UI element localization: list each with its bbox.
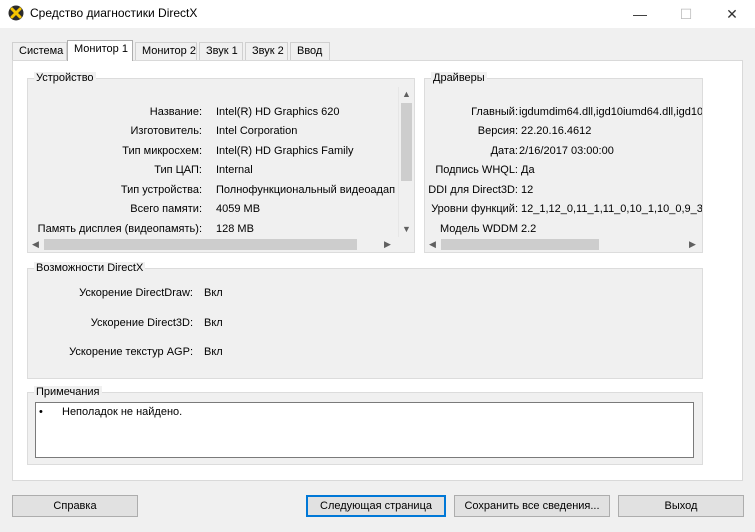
close-button[interactable]: ✕ <box>709 0 755 28</box>
tab-monitor-1[interactable]: Монитор 1 <box>67 40 133 61</box>
drivers-horizontal-scrollbar[interactable]: ◀ ▶ <box>425 237 702 252</box>
driver-label: Версия: <box>477 125 518 137</box>
help-button[interactable]: Справка <box>12 495 138 517</box>
scroll-left-icon[interactable]: ◀ <box>28 237 43 252</box>
scroll-up-icon[interactable]: ▲ <box>399 87 414 102</box>
driver-value: 2.2 <box>521 223 537 235</box>
window-title: Средство диагностики DirectX <box>30 6 198 20</box>
driver-value: 12_1,12_0,11_1,11_0,10_1,10_0,9_3 <box>521 203 702 215</box>
driver-value: 2/16/2017 03:00:00 <box>519 145 614 157</box>
tab-sound-1[interactable]: Звук 1 <box>199 42 243 60</box>
feature-row: Ускорение Direct3D: Вкл <box>28 317 628 333</box>
device-label: Название: <box>149 106 202 118</box>
scroll-thumb[interactable] <box>441 239 599 250</box>
notes-textbox[interactable]: • Неполадок не найдено. <box>35 402 694 458</box>
device-value: 4059 MB <box>216 203 261 215</box>
notes-group-title: Примечания <box>34 386 102 398</box>
feature-value: Вкл <box>204 287 223 299</box>
device-group-title: Устройство <box>34 72 96 84</box>
device-value: Intel(R) HD Graphics 620 <box>216 106 340 118</box>
device-value: 128 MB <box>216 223 254 235</box>
driver-row: Подпись WHQL: Да <box>425 164 702 180</box>
feature-row: Ускорение DirectDraw: Вкл <box>28 287 628 303</box>
feature-value: Вкл <box>204 346 223 358</box>
title-bar: Средство диагностики DirectX — ☐ ✕ <box>0 0 755 28</box>
device-row: Всего памяти: 4059 MB <box>28 203 398 219</box>
feature-value: Вкл <box>204 317 223 329</box>
driver-value: igdumdim64.dll,igd10iumd64.dll,igd10iu <box>519 106 702 118</box>
device-label: Всего памяти: <box>130 203 202 215</box>
maximize-button[interactable]: ☐ <box>663 0 709 28</box>
exit-button[interactable]: Выход <box>618 495 744 517</box>
driver-label: Модель WDDM <box>440 223 518 235</box>
driver-value: 12 <box>521 184 534 196</box>
scroll-right-icon[interactable]: ▶ <box>380 237 395 252</box>
directx-features-title: Возможности DirectX <box>34 262 146 274</box>
driver-value: 22.20.16.4612 <box>521 125 592 137</box>
device-label: Память дисплея (видеопамять): <box>37 223 202 235</box>
device-value: Intel(R) HD Graphics Family <box>216 145 354 157</box>
scroll-right-icon[interactable]: ▶ <box>685 237 700 252</box>
device-row: Название: Intel(R) HD Graphics 620 <box>28 106 398 122</box>
driver-value: Да <box>521 164 535 176</box>
directx-features-group: Возможности DirectX Ускорение DirectDraw… <box>27 262 703 379</box>
note-text: Неполадок не найдено. <box>62 406 183 418</box>
feature-label: Ускорение текстур AGP: <box>69 346 193 358</box>
device-label: Тип микросхем: <box>122 145 202 157</box>
tab-system[interactable]: Система <box>12 42 67 60</box>
driver-row: Версия: 22.20.16.4612 <box>425 125 702 141</box>
device-row: Тип устройства: Полнофункциональный виде… <box>28 184 398 200</box>
feature-label: Ускорение Direct3D: <box>90 317 193 329</box>
device-row: Тип ЦАП: Internal <box>28 164 398 180</box>
driver-label: Дата: <box>490 145 518 157</box>
bullet-icon: • <box>39 406 43 418</box>
device-horizontal-scrollbar[interactable]: ◀ ▶ <box>28 237 398 252</box>
feature-row: Ускорение текстур AGP: Вкл <box>28 346 628 362</box>
device-row: Тип микросхем: Intel(R) HD Graphics Fami… <box>28 145 398 161</box>
device-label: Изготовитель: <box>130 125 203 137</box>
drivers-group-title: Драйверы <box>431 72 487 84</box>
driver-label: Уровни функций: <box>431 203 518 215</box>
save-all-info-button[interactable]: Сохранить все сведения... <box>454 495 610 517</box>
directx-x-icon <box>8 5 24 21</box>
driver-row: Главный: igdumdim64.dll,igd10iumd64.dll,… <box>425 106 702 122</box>
scroll-thumb[interactable] <box>44 239 357 250</box>
tab-panel: Устройство Название: Intel(R) HD Graphic… <box>12 60 743 481</box>
driver-label: DDI для Direct3D: <box>428 184 518 196</box>
device-value: Internal <box>216 164 253 176</box>
driver-label: Подпись WHQL: <box>435 164 518 176</box>
scroll-left-icon[interactable]: ◀ <box>425 237 440 252</box>
next-page-button[interactable]: Следующая страница <box>306 495 446 517</box>
device-label: Тип ЦАП: <box>154 164 202 176</box>
tab-monitor-2[interactable]: Монитор 2 <box>135 42 197 60</box>
scroll-thumb[interactable] <box>401 103 412 181</box>
scroll-down-icon[interactable]: ▼ <box>399 222 414 237</box>
drivers-group: Драйверы Главный: igdumdim64.dll,igd10iu… <box>424 72 703 253</box>
note-item: • Неполадок не найдено. <box>39 406 639 422</box>
driver-row: Уровни функций: 12_1,12_0,11_1,11_0,10_1… <box>425 203 702 219</box>
device-value: Intel Corporation <box>216 125 298 137</box>
minimize-button[interactable]: — <box>617 0 663 28</box>
device-value: Полнофункциональный видеоадап <box>216 184 396 196</box>
driver-label: Главный: <box>471 106 518 118</box>
driver-row: Дата: 2/16/2017 03:00:00 <box>425 145 702 161</box>
device-label: Тип устройства: <box>120 184 202 196</box>
tab-input[interactable]: Ввод <box>290 42 330 60</box>
driver-row: DDI для Direct3D: 12 <box>425 184 702 200</box>
device-group: Устройство Название: Intel(R) HD Graphic… <box>27 72 415 253</box>
device-vertical-scrollbar[interactable]: ▲ ▼ <box>398 87 413 237</box>
device-row: Изготовитель: Intel Corporation <box>28 125 398 141</box>
feature-label: Ускорение DirectDraw: <box>79 287 193 299</box>
tab-sound-2[interactable]: Звук 2 <box>245 42 288 60</box>
